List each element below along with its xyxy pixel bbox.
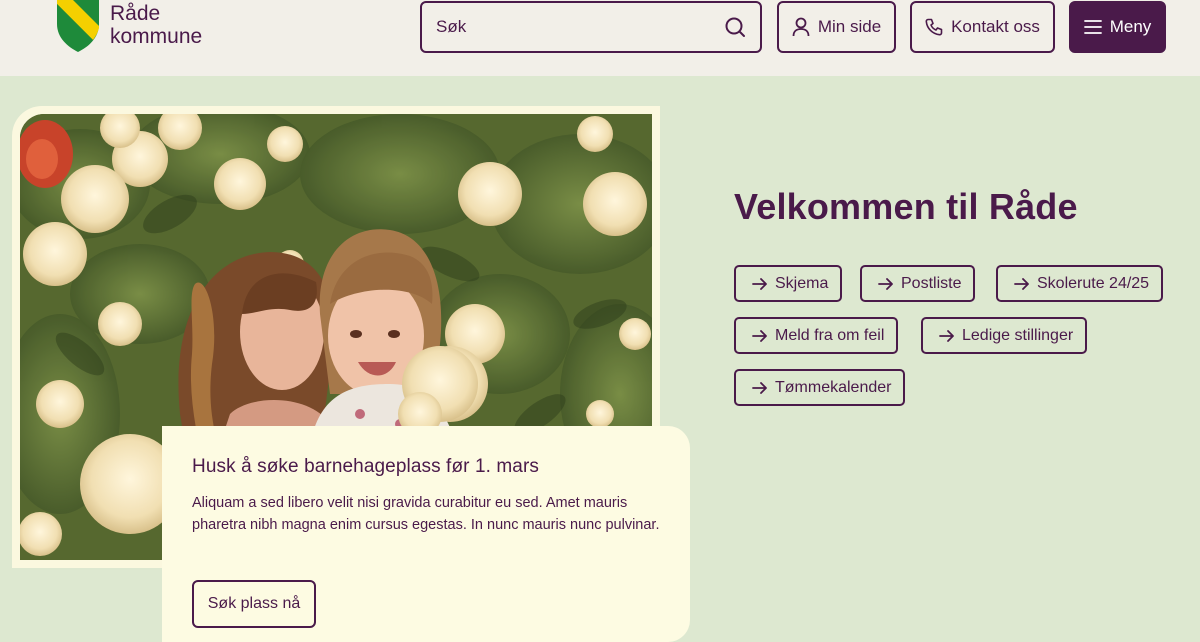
hero-card: Husk å søke barnehageplass før 1. mars A…	[162, 426, 690, 642]
arrow-right-icon	[752, 381, 767, 394]
card-title: Husk å søke barnehageplass før 1. mars	[192, 456, 539, 477]
kontakt-oss-button[interactable]: Kontakt oss	[910, 1, 1055, 53]
quicklink-label: Postliste	[901, 274, 962, 292]
logo-text: Råde kommune	[110, 2, 202, 48]
quicklink-label: Skolerute 24/25	[1037, 274, 1150, 292]
quicklink-label: Tømmekalender	[775, 378, 892, 396]
logo-line-2: kommune	[110, 25, 203, 48]
search-input[interactable]	[436, 17, 724, 37]
sok-plass-button[interactable]: Søk plass nå	[192, 580, 316, 628]
quicklink-skjema[interactable]: Skjema	[734, 265, 843, 302]
arrow-right-icon	[752, 329, 767, 342]
quicklink-label: Skjema	[775, 274, 829, 292]
quicklink-label: Ledige stillinger	[962, 326, 1074, 344]
rade-kommune-logo[interactable]: Råde kommune	[56, 0, 216, 54]
quicklink-skolerute[interactable]: Skolerute 24/25	[996, 265, 1164, 302]
arrow-right-icon	[752, 277, 767, 290]
search-box[interactable]	[420, 1, 762, 53]
quicklink-postliste[interactable]: Postliste	[860, 265, 976, 302]
kontakt-oss-label: Kontakt oss	[951, 17, 1040, 36]
min-side-button[interactable]: Min side	[777, 1, 896, 53]
arrow-right-icon	[878, 277, 893, 290]
arrow-right-icon	[939, 329, 954, 342]
page-title: Velkommen til Råde	[734, 186, 1078, 227]
site-header: Råde kommune Min side Kontakt oss Meny	[0, 0, 1200, 76]
quicklink-label: Meld fra om feil	[775, 326, 885, 344]
menu-label: Meny	[1109, 17, 1152, 36]
logo-line-1: Råde	[110, 2, 161, 25]
arrow-right-icon	[1014, 277, 1029, 290]
quicklink-meld-fra-om-feil[interactable]: Meld fra om feil	[734, 317, 899, 354]
search-icon[interactable]	[724, 16, 746, 38]
phone-icon	[925, 18, 943, 36]
quicklink-ledige-stillinger[interactable]: Ledige stillinger	[921, 317, 1088, 354]
menu-button[interactable]: Meny	[1069, 1, 1166, 53]
card-text: Aliquam a sed libero velit nisi gravida …	[192, 495, 660, 533]
min-side-label: Min side	[817, 17, 882, 36]
quicklink-tommekalender[interactable]: Tømmekalender	[734, 369, 906, 406]
user-icon	[792, 17, 810, 37]
coat-of-arms-icon	[57, 0, 99, 52]
hamburger-icon	[1083, 20, 1102, 34]
